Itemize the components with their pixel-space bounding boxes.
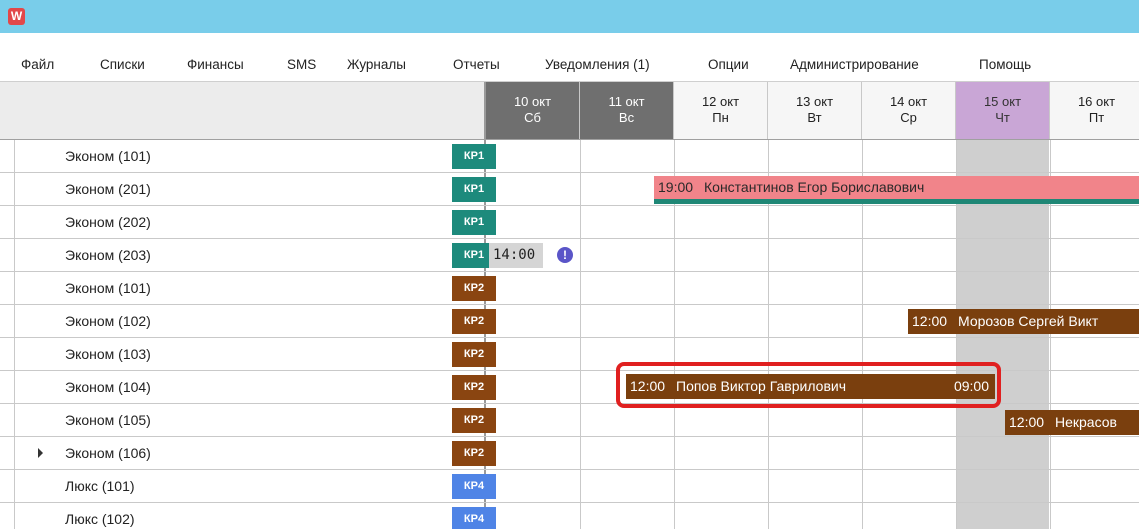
menu-file[interactable]: Файл — [21, 57, 54, 72]
booking-bar[interactable]: 12:00 Некрасов — [1005, 410, 1139, 435]
day-header-2[interactable]: 12 окт Пн — [674, 82, 768, 139]
room-category-badge: КР2 — [452, 408, 496, 433]
room-cell[interactable]: Эконом (106) КР2 — [14, 437, 496, 469]
booking-checkin-time: 12:00 — [912, 313, 948, 329]
room-name: Эконом (101) — [65, 280, 151, 296]
room-cell[interactable]: Эконом (104) КР2 — [14, 371, 496, 403]
menu-notifications[interactable]: Уведомления (1) — [545, 57, 650, 72]
booking-bar[interactable]: 14:00 — [489, 243, 543, 268]
grid-corner — [0, 82, 486, 139]
room-name: Эконом (103) — [65, 346, 151, 362]
title-bar: W — [0, 0, 1139, 33]
room-category-badge: КР1 — [452, 144, 496, 169]
room-name: Эконом (106) — [65, 445, 151, 461]
room-category-badge: КР1 — [452, 210, 496, 235]
table-row[interactable]: Эконом (105) КР2 — [0, 404, 1139, 437]
room-category-badge: КР4 — [452, 507, 496, 529]
grid-line — [580, 140, 581, 529]
booking-guest-name: Морозов Сергей Викт — [958, 313, 1099, 329]
room-name: Эконом (102) — [65, 313, 151, 329]
day-header-1[interactable]: 11 окт Вс — [580, 82, 674, 139]
room-cell[interactable]: Эконом (203) КР1 — [14, 239, 496, 271]
room-category-badge: КР2 — [452, 276, 496, 301]
room-name: Эконом (101) — [65, 148, 151, 164]
app-logo-icon[interactable]: W — [8, 8, 25, 25]
booking-checkin-time: 14:00 — [493, 247, 536, 263]
day-header-3[interactable]: 13 окт Вт — [768, 82, 862, 139]
room-category-badge: КР2 — [452, 309, 496, 334]
menu-bar: Файл Списки Финансы SMS Журналы Отчеты У… — [0, 33, 1139, 81]
table-row[interactable]: Люкс (102) КР4 — [0, 503, 1139, 529]
room-cell[interactable]: Эконом (101) КР1 — [14, 140, 496, 172]
day-header-5[interactable]: 15 окт Чт — [956, 82, 1050, 139]
booking-bar[interactable]: 19:00 Константинов Егор Бориславович — [654, 176, 1139, 204]
room-category-badge: КР2 — [452, 375, 496, 400]
room-name: Люкс (101) — [65, 478, 135, 494]
exclamation-icon[interactable]: ! — [557, 247, 573, 263]
menu-finance[interactable]: Финансы — [187, 57, 244, 72]
room-cell[interactable]: Эконом (102) КР2 — [14, 305, 496, 337]
booking-checkout-time: 09:00 — [953, 378, 989, 394]
menu-lists[interactable]: Списки — [100, 57, 145, 72]
menu-reports[interactable]: Отчеты — [453, 57, 500, 72]
table-row[interactable]: Люкс (101) КР4 — [0, 470, 1139, 503]
day-header-0[interactable]: 10 окт Сб — [486, 82, 580, 139]
menu-administration[interactable]: Администрирование — [790, 57, 919, 72]
room-name: Эконом (202) — [65, 214, 151, 230]
room-name: Эконом (105) — [65, 412, 151, 428]
room-name: Эконом (201) — [65, 181, 151, 197]
room-cell[interactable]: Люкс (102) КР4 — [14, 503, 496, 529]
room-cell[interactable]: Люкс (101) КР4 — [14, 470, 496, 502]
menu-sms[interactable]: SMS — [287, 57, 316, 72]
booking-guest-name: Некрасов — [1055, 414, 1117, 430]
table-row[interactable]: Эконом (106) КР2 — [0, 437, 1139, 470]
booking-checkin-time: 12:00 — [1009, 414, 1045, 430]
room-name: Эконом (104) — [65, 379, 151, 395]
table-row[interactable]: Эконом (103) КР2 — [0, 338, 1139, 371]
current-row-pointer-icon — [38, 448, 43, 458]
booking-bar[interactable]: 12:00 Морозов Сергей Викт — [908, 309, 1139, 334]
table-row[interactable]: Эконом (101) КР1 — [0, 140, 1139, 173]
room-category-badge: КР1 — [452, 177, 496, 202]
booking-bar[interactable]: 12:00 Попов Виктор Гаврилович 09:00 — [626, 374, 995, 399]
booking-checkin-time: 19:00 — [658, 179, 694, 195]
booking-guest-name: Константинов Егор Бориславович — [704, 179, 925, 195]
menu-help[interactable]: Помощь — [979, 57, 1031, 72]
room-category-badge: КР2 — [452, 441, 496, 466]
grid-header: 10 окт Сб 11 окт Вс 12 окт Пн 13 окт Вт 14 о… — [0, 81, 1139, 140]
table-row[interactable]: Эконом (101) КР2 — [0, 272, 1139, 305]
room-cell[interactable]: Эконом (103) КР2 — [14, 338, 496, 370]
day-header-6[interactable]: 16 окт Пт — [1050, 82, 1139, 139]
table-row[interactable]: Эконом (202) КР1 — [0, 206, 1139, 239]
room-cell[interactable]: Эконом (101) КР2 — [14, 272, 496, 304]
menu-journals[interactable]: Журналы — [347, 57, 406, 72]
room-category-badge: КР2 — [452, 342, 496, 367]
room-cell[interactable]: Эконом (202) КР1 — [14, 206, 496, 238]
room-cell[interactable]: Эконом (201) КР1 — [14, 173, 496, 205]
booking-guest-name: Попов Виктор Гаврилович — [676, 378, 846, 394]
room-name: Люкс (102) — [65, 511, 135, 527]
room-name: Эконом (203) — [65, 247, 151, 263]
day-header-4[interactable]: 14 окт Ср — [862, 82, 956, 139]
booking-checkin-time: 12:00 — [630, 378, 666, 394]
room-category-badge: КР4 — [452, 474, 496, 499]
room-cell[interactable]: Эконом (105) КР2 — [14, 404, 496, 436]
menu-options[interactable]: Опции — [708, 57, 749, 72]
